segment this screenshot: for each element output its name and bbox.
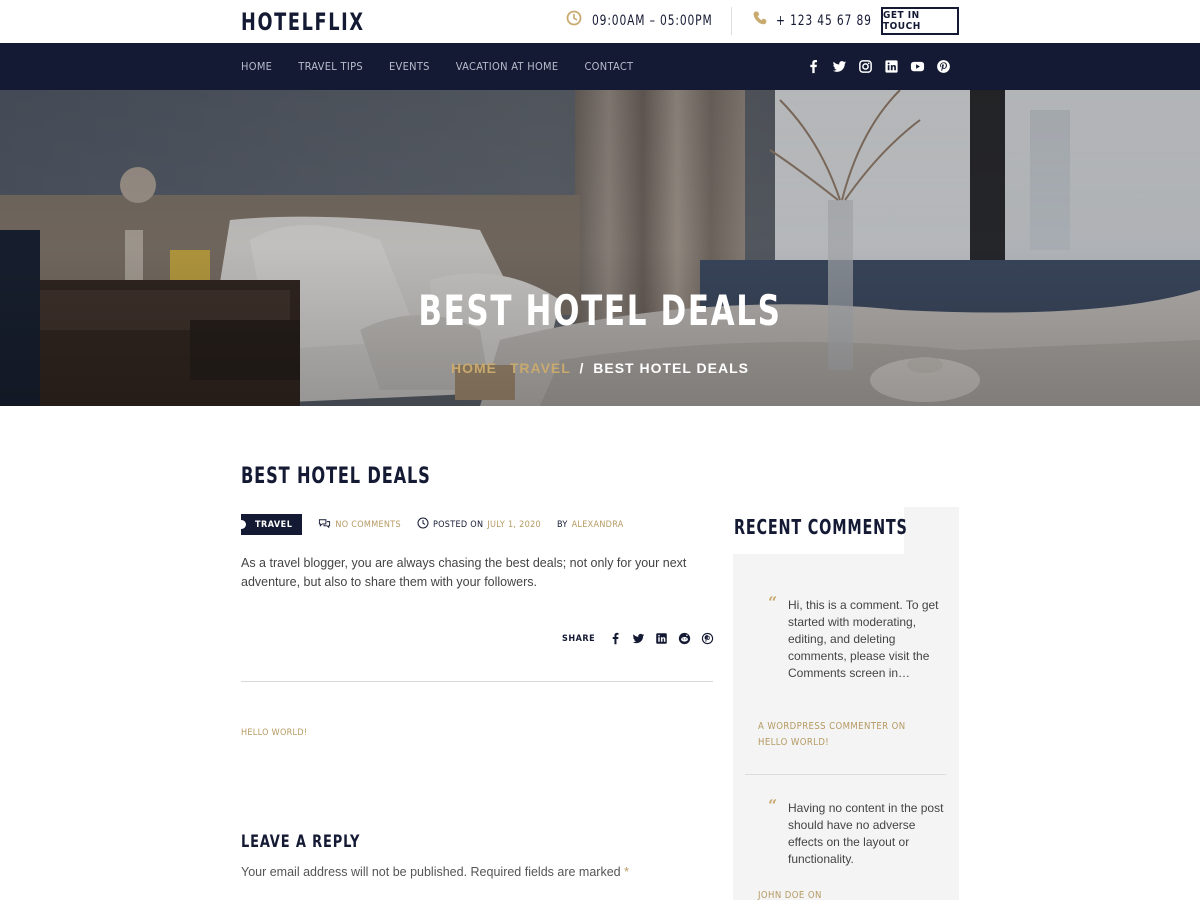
comment-author-link[interactable]: A WORDPRESS COMMENTER [758, 721, 889, 732]
widget-title-wrap: RECENT COMMENTS [733, 507, 907, 554]
hours-text: 09:00AM – 05:00PM [592, 12, 713, 29]
divider [241, 681, 713, 682]
post-date: POSTED ON JULY 1, 2020 [417, 517, 541, 532]
instagram-icon[interactable] [858, 59, 873, 74]
sidebar-recent-comments: RECENT COMMENTS “ Hi, this is a comment.… [733, 507, 959, 900]
posted-on-label: POSTED ON [432, 519, 484, 530]
comments-icon [318, 517, 331, 532]
linkedin-icon[interactable] [655, 632, 668, 645]
phone-icon [752, 10, 768, 31]
reply-note-text: Your email address will not be published… [241, 865, 621, 879]
hero-background-image [0, 90, 1200, 406]
comment-item: “ Having no content in the post should h… [758, 796, 948, 900]
comment-post-link[interactable]: HELLO WORLD! [758, 737, 829, 748]
post-excerpt: As a travel blogger, you are always chas… [241, 556, 687, 589]
hero-banner: BEST HOTEL DEALS HOME TRAVEL / BEST HOTE… [0, 90, 1200, 406]
nav-item-contact[interactable]: CONTACT [584, 60, 633, 73]
divider [731, 7, 732, 35]
social-links [806, 43, 951, 90]
required-mark: * [624, 865, 629, 879]
reply-note: Your email address will not be published… [241, 865, 629, 879]
comment-on-label: ON [891, 721, 906, 732]
comment-on-label: ON [807, 890, 822, 900]
quote-icon: “ [768, 796, 778, 815]
clock-icon [417, 517, 429, 532]
main-nav: HOME TRAVEL TIPS EVENTS VACATION AT HOME… [0, 43, 1200, 90]
comment-text: Having no content in the post should hav… [788, 801, 944, 866]
reddit-icon[interactable] [678, 632, 691, 645]
comment-text: Hi, this is a comment. To get started wi… [788, 598, 939, 680]
breadcrumb: HOME TRAVEL / BEST HOTEL DEALS [0, 360, 1200, 376]
quote-icon: “ [768, 593, 778, 612]
previous-post-link[interactable]: HELLO WORLD! [241, 728, 307, 738]
facebook-icon[interactable] [609, 632, 622, 645]
comment-item: “ Hi, this is a comment. To get started … [758, 593, 948, 767]
post-meta: TRAVEL NO COMMENTS POSTED ON JULY 1, 202… [236, 514, 624, 535]
twitter-icon[interactable] [632, 632, 645, 645]
facebook-icon[interactable] [806, 59, 821, 74]
divider [745, 774, 946, 775]
by-label: BY [556, 519, 568, 530]
pinterest-icon[interactable] [936, 59, 951, 74]
post-date-link[interactable]: JULY 1, 2020 [487, 520, 541, 530]
share-label: SHARE [562, 633, 596, 644]
post-author: BY ALEXANDRA [557, 520, 624, 530]
comment-meta: A WORDPRESS COMMENTER ON HELLO WORLD! [758, 719, 906, 751]
breadcrumb-separator: / [579, 360, 585, 376]
leave-reply-title: LEAVE A REPLY [241, 832, 361, 852]
author-link[interactable]: ALEXANDRA [572, 520, 624, 530]
comment-author-link[interactable]: JOHN DOE [758, 890, 805, 900]
comments-count[interactable]: NO COMMENTS [318, 517, 401, 532]
widget-title: RECENT COMMENTS [734, 515, 908, 539]
twitter-icon[interactable] [832, 59, 847, 74]
opening-hours: 09:00AM – 05:00PM [566, 10, 734, 31]
comments-link[interactable]: NO COMMENTS [335, 520, 401, 530]
linkedin-icon[interactable] [884, 59, 899, 74]
youtube-icon[interactable] [910, 59, 925, 74]
site-logo[interactable]: HOTELFLIX [241, 8, 365, 36]
post-title: BEST HOTEL DEALS [241, 464, 431, 489]
comment-meta: JOHN DOE ON [758, 888, 822, 900]
share-bar: SHARE [562, 632, 714, 645]
nav-item-events[interactable]: EVENTS [389, 60, 430, 73]
phone-number[interactable]: + 123 45 67 89 [752, 10, 889, 31]
breadcrumb-current: BEST HOTEL DEALS [593, 360, 750, 376]
breadcrumb-travel[interactable]: TRAVEL [510, 360, 571, 376]
phone-text: + 123 45 67 89 [776, 12, 872, 29]
pinterest-icon[interactable] [701, 632, 714, 645]
nav-item-travel-tips[interactable]: TRAVEL TIPS [298, 60, 363, 73]
clock-icon [566, 10, 582, 31]
hero-title: BEST HOTEL DEALS [418, 286, 782, 335]
breadcrumb-home[interactable]: HOME [451, 360, 497, 376]
top-bar: HOTELFLIX 09:00AM – 05:00PM + 123 45 67 … [0, 0, 1200, 43]
get-in-touch-button[interactable]: GET IN TOUCH [881, 7, 959, 35]
nav-item-vacation-at-home[interactable]: VACATION AT HOME [456, 60, 559, 73]
nav-menu: HOME TRAVEL TIPS EVENTS VACATION AT HOME… [241, 43, 659, 90]
nav-item-home[interactable]: HOME [241, 60, 272, 73]
category-badge[interactable]: TRAVEL [236, 514, 303, 535]
